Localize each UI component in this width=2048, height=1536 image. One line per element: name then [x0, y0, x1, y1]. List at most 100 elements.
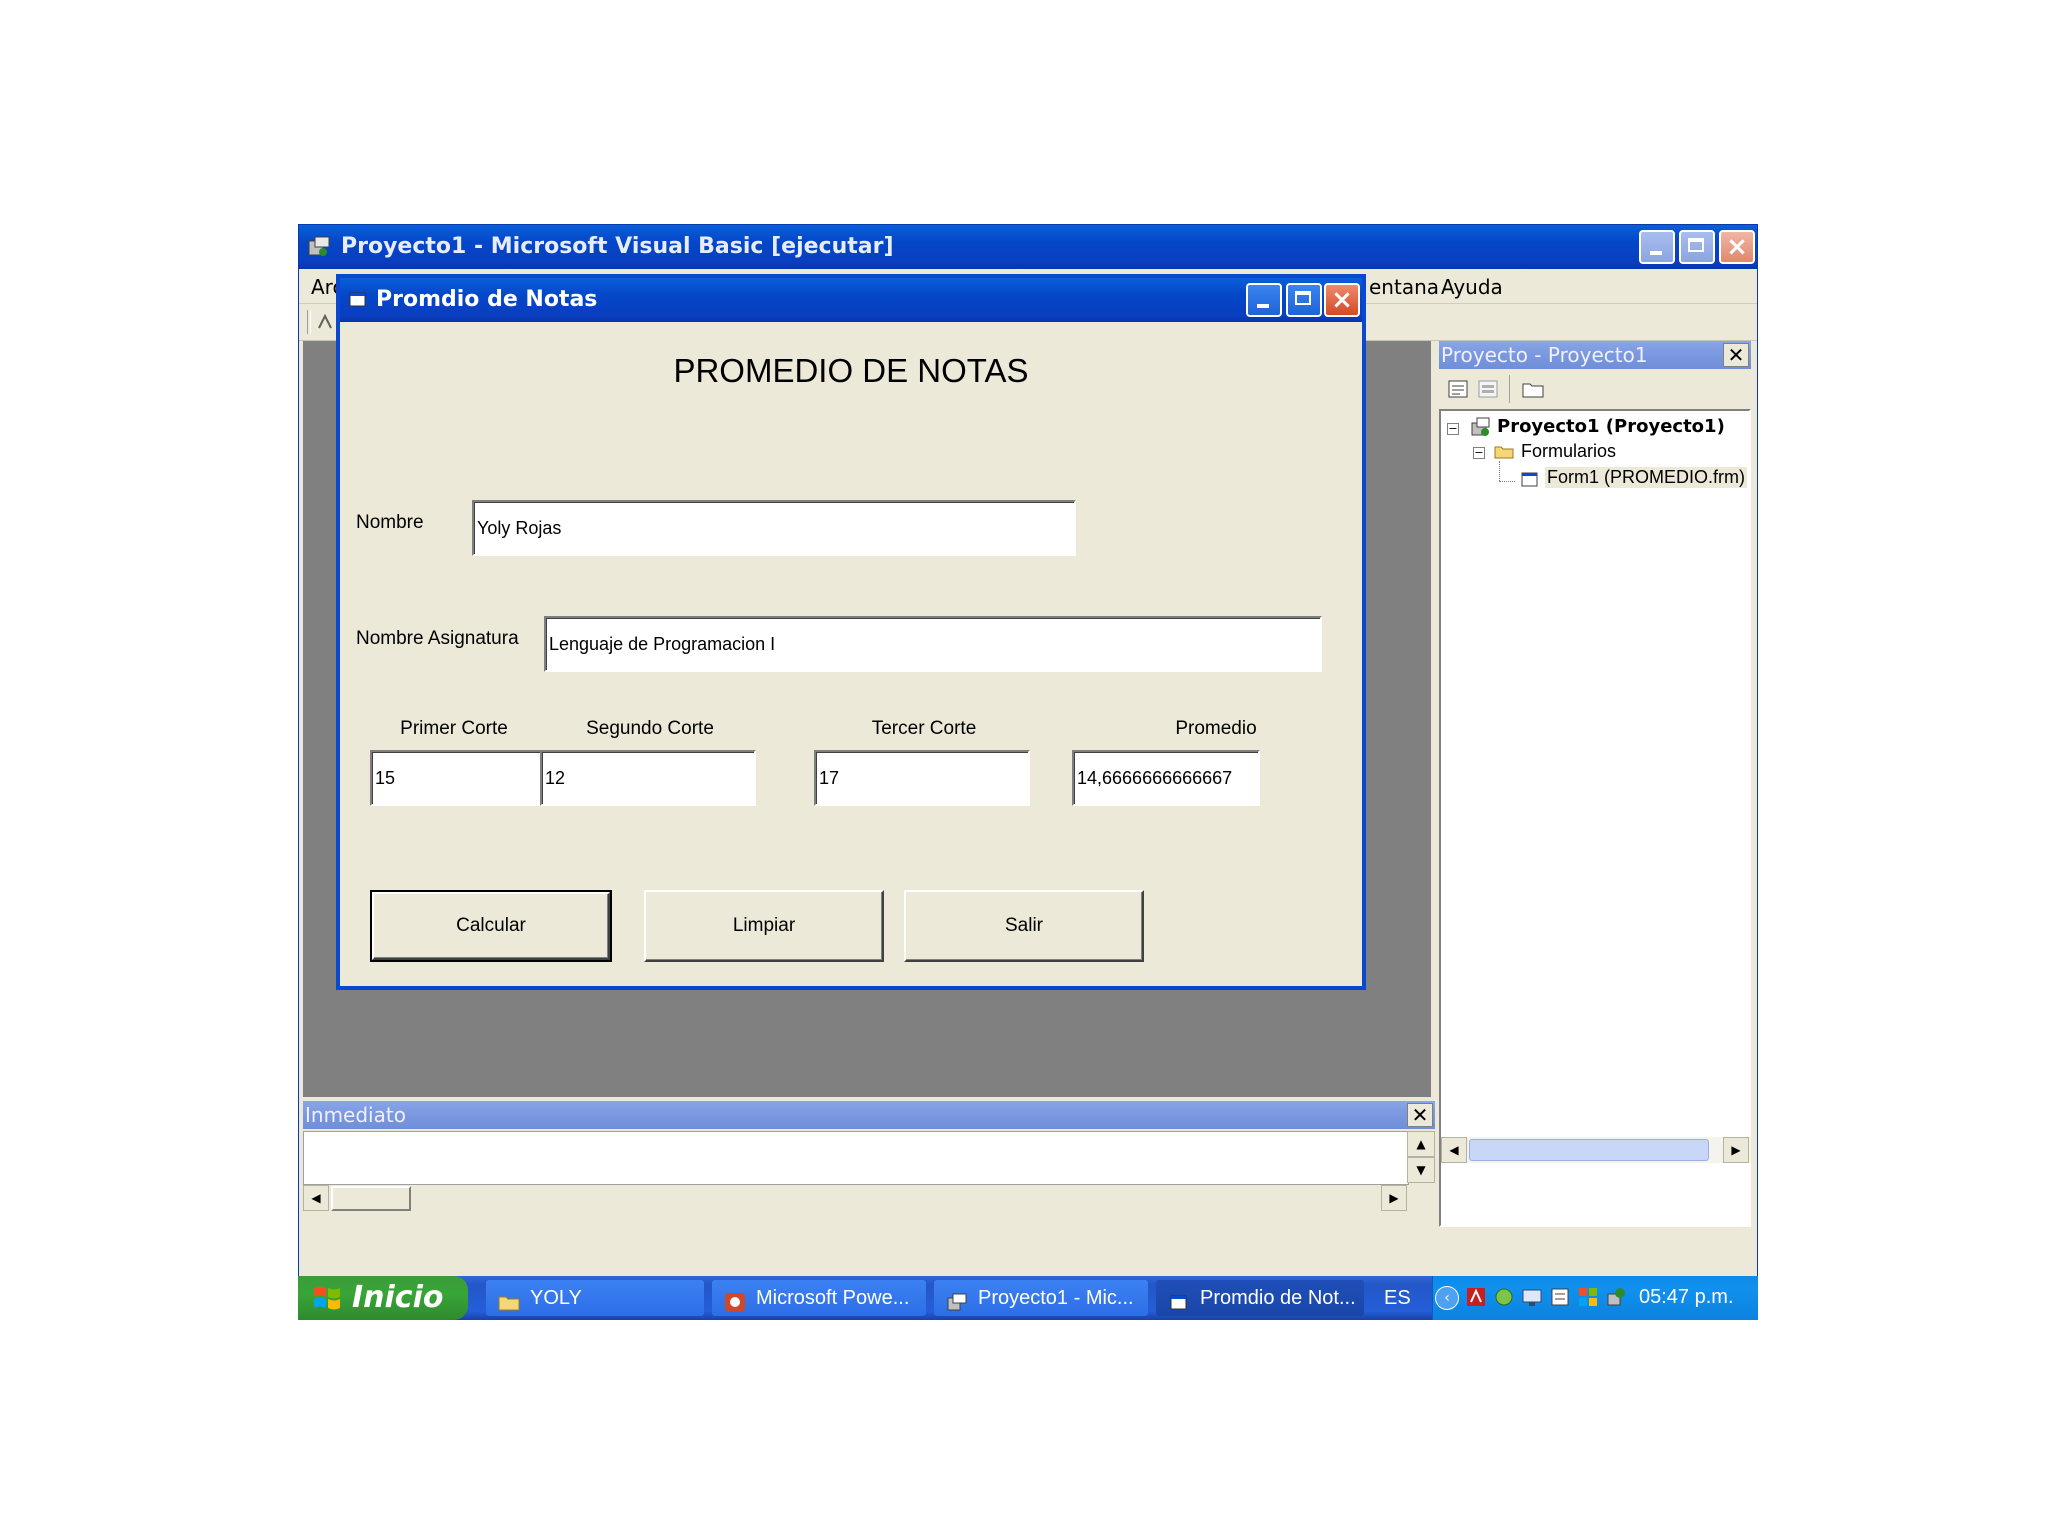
project-pane-toolbar — [1439, 371, 1751, 407]
dialog-maximize-button[interactable] — [1286, 283, 1322, 317]
view-object-icon[interactable] — [1477, 379, 1499, 399]
dialog-title-text: Promdio de Notas — [376, 287, 598, 312]
scroll-up-icon[interactable]: ▲ — [1407, 1131, 1435, 1157]
dialog-heading: PROMEDIO DE NOTAS — [673, 352, 1029, 389]
task-vb[interactable]: Proyecto1 - Mic... — [934, 1280, 1148, 1316]
tree-item-project[interactable]: Proyecto1 (Proyecto1) — [1497, 416, 1725, 437]
asignatura-label: Nombre Asignatura — [356, 628, 519, 649]
project-pane-title: Proyecto - Proyecto1 — [1441, 343, 1648, 367]
minimize-icon — [1257, 304, 1269, 308]
tercer-corte-input[interactable] — [814, 750, 1030, 806]
tree-line — [1499, 461, 1500, 481]
vb-minimize-button[interactable] — [1639, 230, 1675, 264]
promedio-dialog: Promdio de Notas × PROMEDIO DE NOTAS Nom… — [336, 274, 1366, 990]
task-powerpoint[interactable]: Microsoft Powe... — [712, 1280, 926, 1316]
task-label: YOLY — [530, 1287, 582, 1309]
scroll-right-icon[interactable]: ▶ — [1381, 1185, 1407, 1211]
vb-title-text: Proyecto1 - Microsoft Visual Basic [ejec… — [341, 234, 894, 259]
primer-corte-input[interactable] — [370, 750, 558, 806]
vb-title-bar[interactable]: Proyecto1 - Microsoft Visual Basic [ejec… — [299, 225, 1757, 269]
language-indicator[interactable]: ES — [1384, 1284, 1411, 1312]
project-pane-title-bar[interactable]: Proyecto - Proyecto1 ✕ — [1439, 341, 1751, 369]
immediate-input[interactable] — [303, 1131, 1409, 1185]
salir-label: Salir — [1004, 915, 1043, 936]
security-icon[interactable] — [1577, 1286, 1599, 1308]
menu-ventana[interactable]: entana — [1369, 275, 1439, 299]
project-pane-hscrollbar[interactable]: ◀ ▶ — [1441, 1137, 1751, 1163]
clock[interactable]: 05:47 p.m. — [1639, 1282, 1734, 1312]
calcular-button[interactable]: Calcular — [370, 890, 612, 962]
scroll-thumb[interactable] — [1469, 1139, 1709, 1161]
network-icon[interactable] — [1493, 1286, 1515, 1308]
windows-logo-icon — [312, 1284, 342, 1312]
scroll-left-icon[interactable]: ◀ — [1441, 1137, 1467, 1163]
collapse-folder-icon[interactable]: − — [1473, 447, 1485, 459]
close-icon: × — [1331, 285, 1353, 315]
view-code-icon[interactable] — [1447, 379, 1469, 399]
dialog-close-button[interactable]: × — [1324, 283, 1360, 317]
task-promedio[interactable]: Promdio de Not... — [1156, 1280, 1364, 1316]
segundo-corte-input[interactable] — [540, 750, 756, 806]
close-icon: ✕ — [1727, 343, 1745, 367]
scroll-down-icon[interactable]: ▼ — [1407, 1157, 1435, 1183]
system-tray: ‹ 05:47 p.m. — [1432, 1276, 1758, 1320]
primer-corte-label: Primer Corte — [400, 718, 508, 739]
close-icon: ✕ — [1411, 1103, 1429, 1127]
project-pane-close-button[interactable]: ✕ — [1723, 343, 1749, 367]
project-pane: Proyecto - Proyecto1 ✕ − Proyecto1 (Proy… — [1439, 341, 1755, 1227]
vb-tray-icon[interactable] — [1605, 1286, 1627, 1308]
form-icon — [1519, 469, 1541, 489]
scroll-thumb[interactable] — [331, 1186, 411, 1211]
project-icon — [1469, 415, 1493, 439]
project-tree: − Proyecto1 (Proyecto1) − Formularios Fo… — [1439, 409, 1751, 1227]
toolbar-icon[interactable] — [317, 312, 333, 332]
dialog-title-bar[interactable]: Promdio de Notas × — [340, 278, 1362, 322]
toggle-folders-icon[interactable] — [1521, 379, 1545, 399]
salir-button[interactable]: Salir — [904, 890, 1144, 962]
immediate-title-bar[interactable]: Inmediato ✕ — [303, 1101, 1435, 1129]
vb-app-icon[interactable] — [307, 235, 331, 259]
menu-ayuda[interactable]: Ayuda — [1441, 275, 1503, 299]
powerpoint-icon — [724, 1288, 746, 1311]
tray-expand-icon[interactable]: ‹ — [1435, 1286, 1459, 1310]
vb-close-button[interactable]: × — [1719, 230, 1755, 264]
dialog-minimize-button[interactable] — [1246, 283, 1282, 317]
start-label: Inicio — [352, 1280, 444, 1315]
asignatura-input[interactable] — [544, 616, 1322, 672]
task-label: Promdio de Not... — [1200, 1287, 1356, 1309]
tree-line — [1499, 481, 1515, 482]
minimize-icon — [1650, 251, 1662, 255]
close-icon: × — [1726, 232, 1748, 262]
collapse-root-icon[interactable]: − — [1447, 423, 1459, 435]
vb-icon — [946, 1288, 968, 1311]
task-label: Microsoft Powe... — [756, 1287, 910, 1309]
maximize-icon — [1295, 291, 1311, 305]
start-button[interactable]: Inicio — [298, 1276, 468, 1320]
nombre-input[interactable] — [472, 500, 1076, 556]
immediate-hscrollbar[interactable]: ◀ ▶ — [303, 1185, 1409, 1213]
task-yoly[interactable]: YOLY — [486, 1280, 704, 1316]
task-label: Proyecto1 - Mic... — [978, 1287, 1134, 1309]
form-icon — [348, 290, 368, 310]
nombre-label: Nombre — [356, 512, 424, 533]
splitter-vertical[interactable] — [1431, 341, 1439, 1101]
toolbar-separator — [1509, 375, 1510, 403]
maximize-icon — [1688, 238, 1704, 252]
limpiar-button[interactable]: Limpiar — [644, 890, 884, 962]
tree-item-formularios[interactable]: Formularios — [1521, 441, 1616, 462]
promedio-input[interactable] — [1072, 750, 1260, 806]
folder-icon — [1493, 441, 1515, 461]
immediate-close-button[interactable]: ✕ — [1407, 1103, 1433, 1127]
form-icon — [1168, 1288, 1190, 1310]
scroll-left-icon[interactable]: ◀ — [303, 1185, 329, 1211]
tasks-icon[interactable] — [1549, 1286, 1571, 1308]
toolbar-grip[interactable] — [307, 310, 311, 334]
acrobat-icon[interactable] — [1465, 1286, 1487, 1308]
tree-item-form1[interactable]: Form1 (PROMEDIO.frm) — [1545, 467, 1747, 488]
tercer-corte-label: Tercer Corte — [871, 718, 977, 739]
display-icon[interactable] — [1521, 1286, 1543, 1308]
immediate-window: Inmediato ✕ ▲ ▼ ◀ ▶ — [303, 1101, 1435, 1225]
scroll-right-icon[interactable]: ▶ — [1723, 1137, 1749, 1163]
promedio-label: Promedio — [1175, 718, 1257, 739]
vb-maximize-button[interactable] — [1679, 230, 1715, 264]
